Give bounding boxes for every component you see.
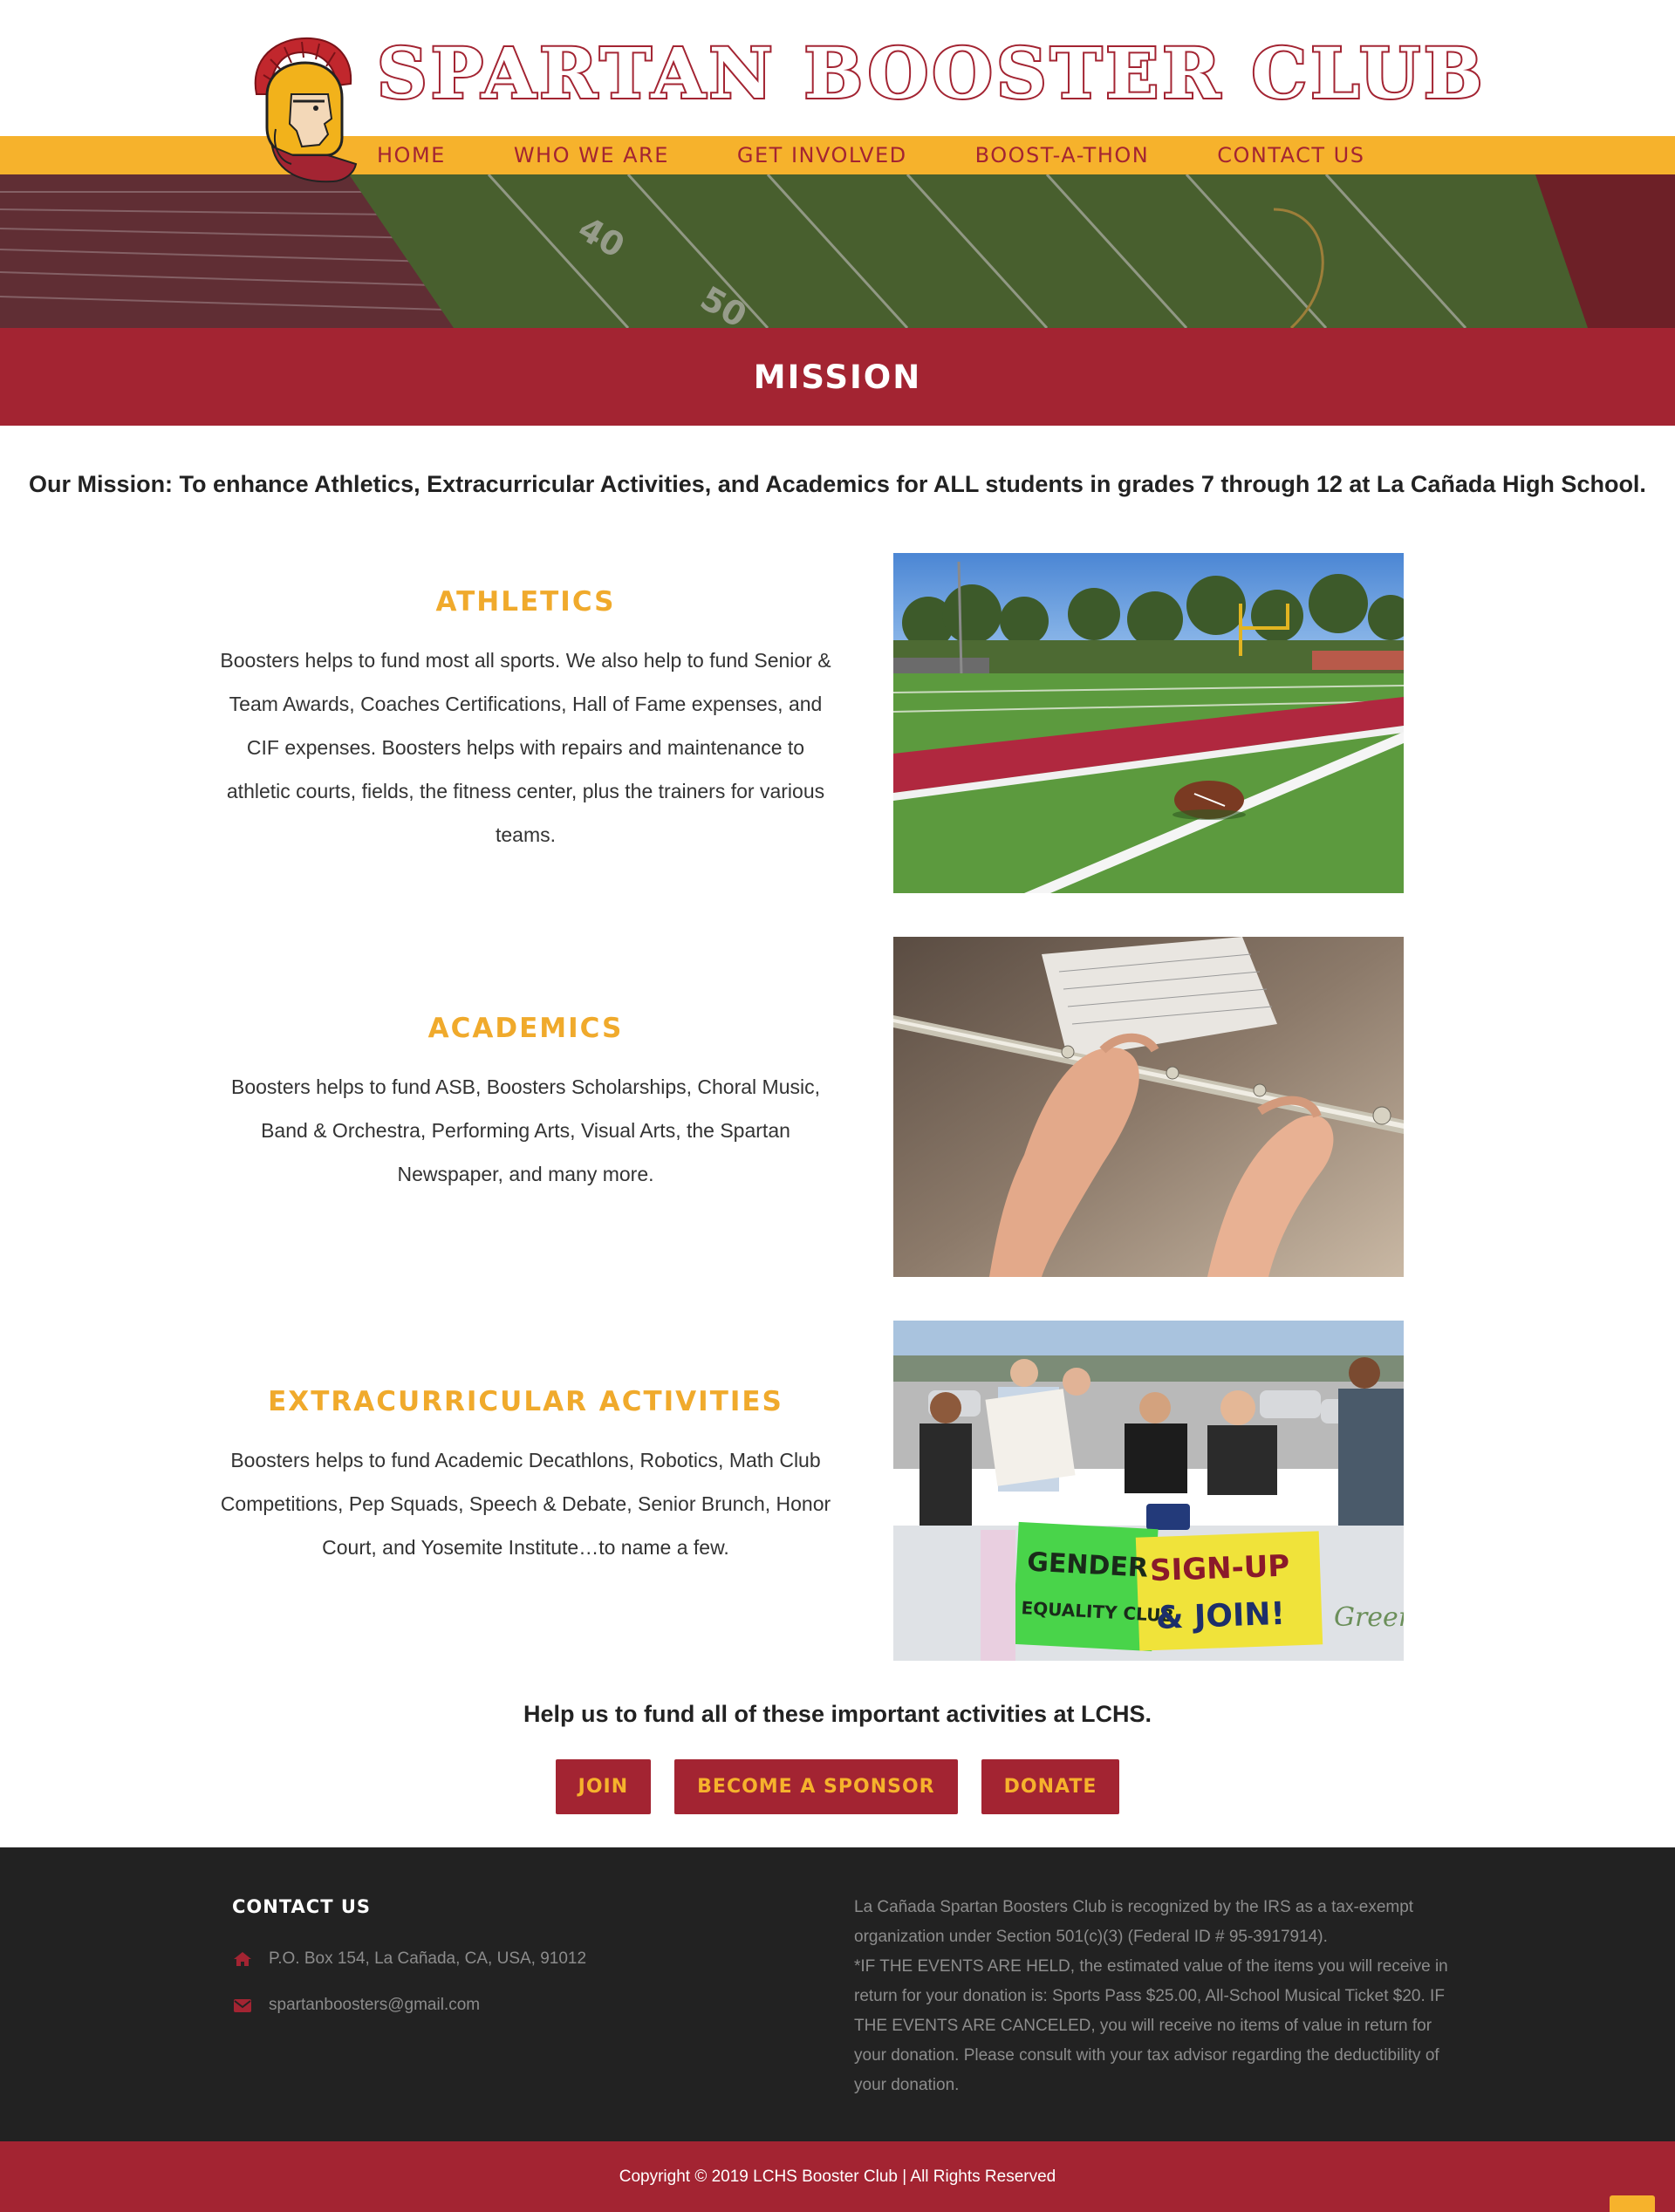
footer-address: P.O. Box 154, La Cañada, CA, USA, 91012: [269, 1949, 587, 1968]
academics-section: ACADEMICS Boosters helps to fund ASB, Bo…: [218, 1013, 833, 1196]
site-footer: CONTACT US P.O. Box 154, La Cañada, CA, …: [0, 1847, 1675, 2141]
footer-legal-irs: La Cañada Spartan Boosters Club is recog…: [854, 1898, 1414, 1946]
copyright-text: Copyright © 2019 LCHS Booster Club | All…: [619, 2167, 1056, 2186]
sign-green-text: Green: [1334, 1602, 1404, 1633]
nav-item-who-we-are[interactable]: WHO WE ARE: [514, 136, 669, 174]
envelope-icon: [232, 1997, 253, 2014]
mission-banner: MISSION: [0, 328, 1675, 426]
extracurricular-section: EXTRACURRICULAR ACTIVITIES Boosters help…: [218, 1386, 833, 1569]
footer-legal-disclaimer: *IF THE EVENTS ARE HELD, the estimated v…: [854, 1957, 1448, 2094]
nav-item-boost-a-thon[interactable]: BOOST-A-THON: [975, 136, 1150, 174]
athletics-body: Boosters helps to fund most all sports. …: [220, 649, 831, 846]
football-field-photo: [893, 553, 1404, 893]
extracurricular-body: Boosters helps to fund Academic Decathlo…: [220, 1449, 831, 1559]
scroll-to-top-button[interactable]: [1610, 2195, 1655, 2212]
footer-contact-heading: CONTACT US: [232, 1896, 372, 1917]
become-a-sponsor-button[interactable]: BECOME A SPONSOR: [674, 1759, 958, 1814]
extracurricular-heading: EXTRACURRICULAR ACTIVITIES: [268, 1386, 783, 1417]
spartan-helmet-logo[interactable]: [241, 33, 363, 199]
sign-gender-text: GENDER: [1026, 1546, 1148, 1583]
sign-signup-text: SIGN-UP: [1149, 1549, 1289, 1589]
page: SPARTAN BOOSTER CLUB HOME WHO WE ARE GET…: [0, 0, 1675, 2212]
nav-item-get-involved[interactable]: GET INVOLVED: [737, 136, 907, 174]
cta-buttons: JOIN BECOME A SPONSOR DONATE: [0, 1759, 1675, 1814]
cta-text: Help us to fund all of these important a…: [523, 1701, 1152, 1727]
club-fair-photo: GENDER EQUALITY CLUB SIGN-UP & JOIN! Gre…: [893, 1321, 1404, 1661]
main-nav: HOME WHO WE ARE GET INVOLVED BOOST-A-THO…: [377, 136, 1432, 174]
footer-legal-text: La Cañada Spartan Boosters Club is recog…: [854, 1893, 1456, 2100]
academics-body: Boosters helps to fund ASB, Boosters Sch…: [231, 1075, 820, 1185]
donate-button[interactable]: DONATE: [981, 1759, 1120, 1814]
copyright-bar: Copyright © 2019 LCHS Booster Club | All…: [0, 2141, 1675, 2212]
flute-player-photo: [893, 937, 1404, 1277]
footer-email-row: spartanboosters@gmail.com: [232, 1996, 480, 2015]
mission-statement: Our Mission: To enhance Athletics, Extra…: [29, 471, 1646, 497]
nav-item-home[interactable]: HOME: [377, 136, 446, 174]
mission-heading: MISSION: [753, 358, 922, 396]
site-brand-title[interactable]: SPARTAN BOOSTER CLUB: [375, 37, 1486, 110]
home-icon: [232, 1950, 253, 1968]
athletics-section: ATHLETICS Boosters helps to fund most al…: [218, 586, 833, 857]
footer-address-row: P.O. Box 154, La Cañada, CA, USA, 91012: [232, 1949, 586, 1969]
sign-join-text: & JOIN!: [1155, 1596, 1285, 1636]
academics-heading: ACADEMICS: [427, 1013, 624, 1044]
athletics-heading: ATHLETICS: [435, 586, 616, 618]
nav-item-contact-us[interactable]: CONTACT US: [1217, 136, 1364, 174]
join-button[interactable]: JOIN: [555, 1759, 652, 1814]
footer-email-link[interactable]: spartanboosters@gmail.com: [269, 1996, 480, 2015]
